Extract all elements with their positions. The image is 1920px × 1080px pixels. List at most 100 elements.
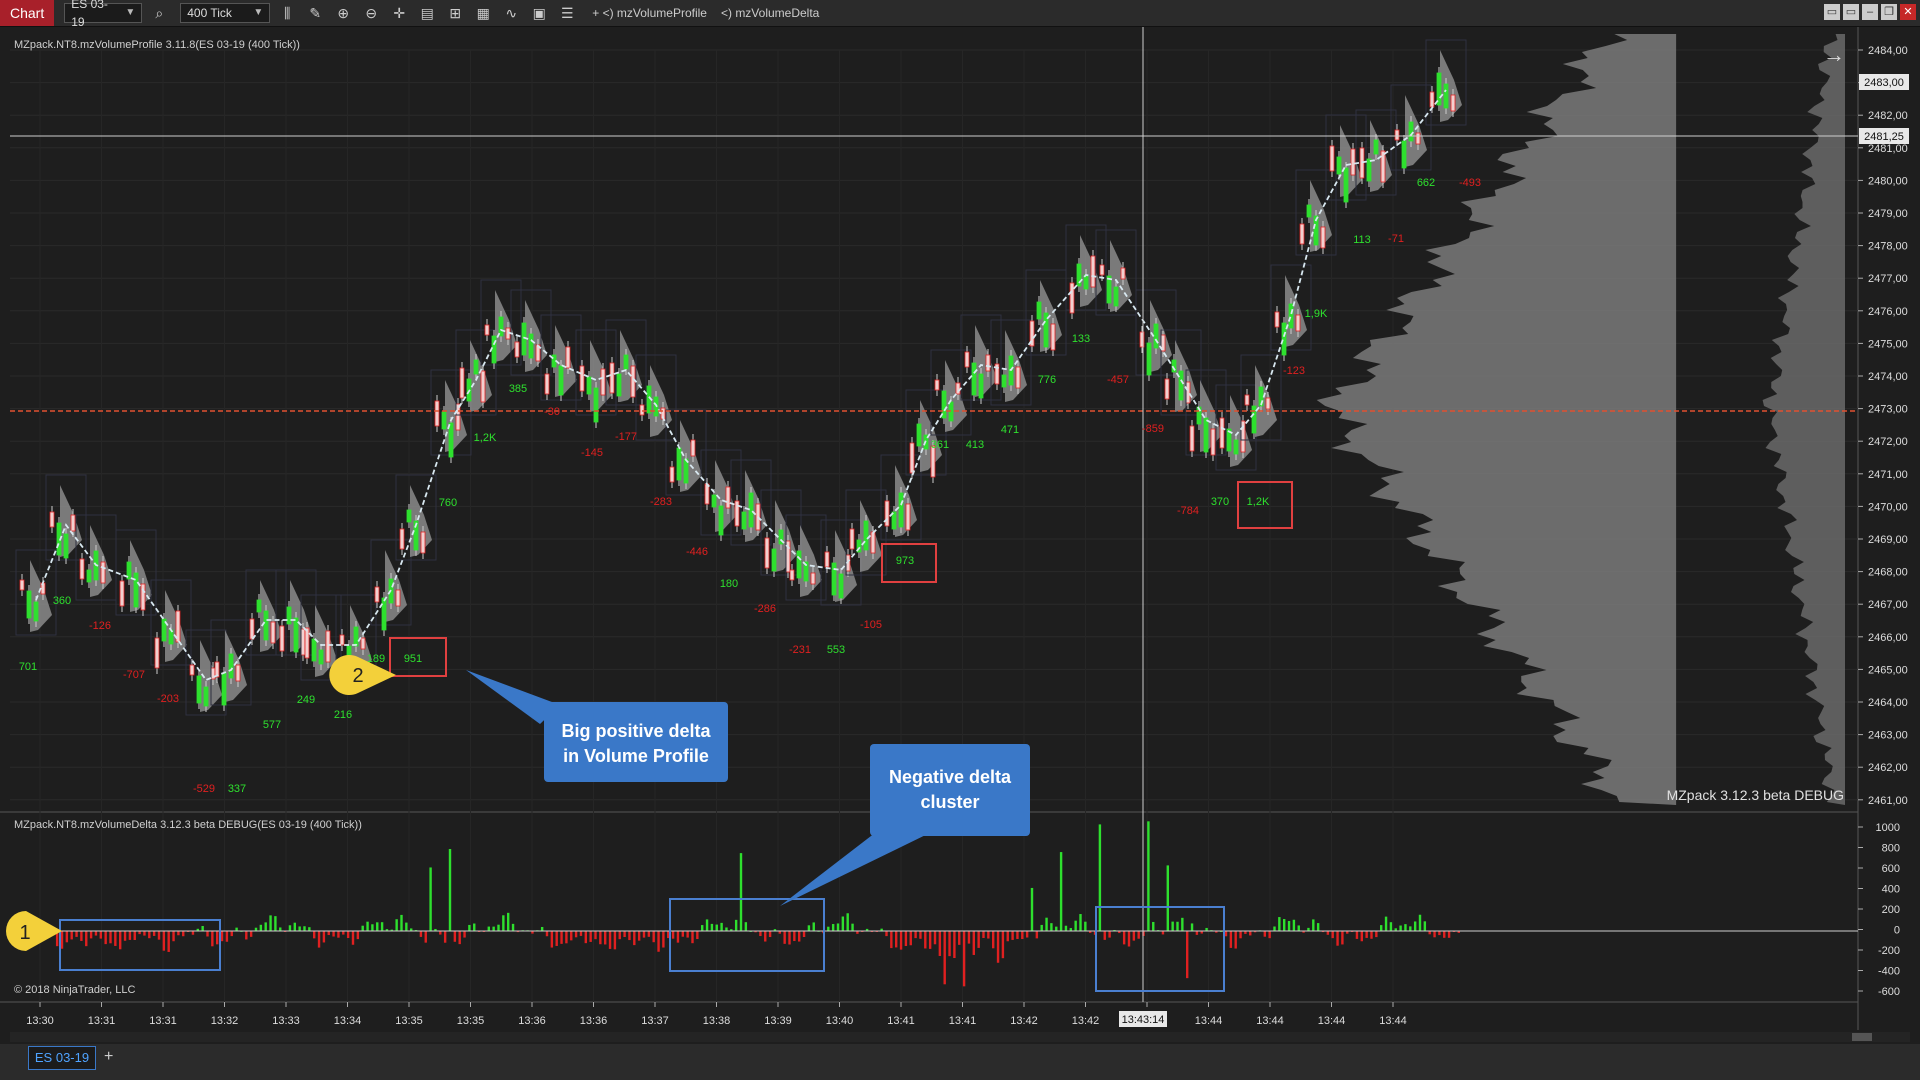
indicators-icon[interactable]: ▦ — [472, 3, 494, 23]
bar-body — [1106, 275, 1112, 304]
arrow-right-icon[interactable]: → — [1823, 42, 1845, 67]
close-icon[interactable]: ✕ — [1900, 4, 1916, 20]
delta-bar — [225, 931, 229, 942]
delta-bar — [366, 921, 369, 931]
delta-bar — [1287, 920, 1291, 931]
delta-bar — [288, 925, 292, 931]
list-icon[interactable]: ☰ — [556, 3, 578, 23]
delta-bar — [560, 931, 563, 944]
delta-tick-label: 400 — [1882, 884, 1900, 896]
delta-bar — [497, 924, 500, 931]
delta-bar — [1278, 917, 1281, 931]
tile-icon[interactable]: ▭ — [1843, 4, 1859, 20]
bar-body — [849, 528, 855, 550]
delta-bar — [962, 931, 966, 987]
delta-bar — [802, 931, 806, 938]
delta-bar — [996, 931, 1000, 963]
delta-bar — [1433, 931, 1436, 938]
delta-tick-label: -400 — [1878, 966, 1900, 978]
delta-bar — [657, 931, 660, 952]
delta-bar — [1389, 922, 1393, 931]
delta-bar — [909, 931, 912, 946]
bar-body — [1380, 150, 1386, 183]
chart-toolbar: Chart ES 03-19 ▼ ⌕ 400 Tick ▼ ⫼ ✎ ⊕ ⊖ ✛ ▤ … — [0, 0, 1920, 29]
tab-es-03-19[interactable]: ES 03-19 — [28, 1046, 96, 1070]
zoom-out-icon[interactable]: ⊖ — [360, 3, 382, 23]
bar-body — [360, 637, 366, 650]
tile-icon[interactable]: ▭ — [1824, 4, 1840, 20]
bar-body — [154, 637, 160, 669]
price-tick-label: 2479,00 — [1868, 208, 1908, 220]
time-tick-label: 13:36 — [518, 1015, 546, 1027]
chart-tab[interactable]: Chart — [0, 0, 55, 26]
bar-delta-label: 973 — [896, 555, 914, 567]
delta-bar — [938, 931, 942, 956]
delta-bar — [1147, 821, 1150, 931]
delta-bar — [972, 931, 975, 955]
delta-tick-label: 800 — [1882, 843, 1900, 855]
scrollbar-thumb[interactable] — [1852, 1033, 1872, 1041]
add-tab-button[interactable]: + — [104, 1046, 113, 1068]
draw-icon[interactable]: ✎ — [304, 3, 326, 23]
delta-bar — [400, 914, 403, 931]
data-box-icon[interactable]: ▤ — [416, 3, 438, 23]
delta-bar — [1030, 887, 1034, 931]
bar-body — [1069, 282, 1075, 314]
delta-bar — [1079, 914, 1082, 931]
chart-canvas[interactable]: MZpack.NT8.mzVolumeProfile 3.11.8(ES 03-… — [0, 27, 1920, 1044]
delta-bar — [123, 931, 127, 941]
delta-bar — [584, 931, 587, 944]
time-tick-label: 13:44 — [1256, 1015, 1284, 1027]
properties-icon[interactable]: ▣ — [528, 3, 550, 23]
bar-delta-label: -707 — [123, 669, 145, 681]
delta-bar — [1229, 931, 1233, 948]
delta-bar — [671, 931, 675, 939]
delta-bar — [429, 867, 432, 931]
indicator-label-profile[interactable]: + <) mzVolumeProfile — [592, 6, 707, 20]
indicator-label-delta[interactable]: <) mzVolumeDelta — [721, 6, 819, 20]
bar-body — [955, 382, 961, 395]
delta-bar — [1025, 931, 1029, 938]
delta-bar — [1249, 931, 1252, 936]
price-tick-label: 2467,00 — [1868, 599, 1908, 611]
delta-bar — [1336, 931, 1339, 946]
crosshair-icon[interactable]: ✛ — [388, 3, 410, 23]
bar-body — [870, 531, 876, 554]
horizontal-scrollbar[interactable] — [10, 1032, 1910, 1042]
templates-icon[interactable]: ⊞ — [444, 3, 466, 23]
search-icon[interactable]: ⌕ — [148, 3, 170, 23]
delta-bar — [1137, 931, 1140, 939]
instrument-selector[interactable]: ES 03-19 ▼ — [64, 0, 143, 29]
bar-body — [725, 486, 731, 509]
bar-delta-label: -177 — [615, 431, 637, 443]
bar-delta-label: -71 — [1388, 233, 1404, 245]
bar-body — [19, 579, 25, 591]
maximize-icon[interactable]: ❐ — [1881, 4, 1897, 20]
bar-body — [1015, 366, 1021, 389]
delta-bar — [613, 931, 617, 950]
delta-bar — [1423, 921, 1427, 931]
bar-body — [1299, 223, 1305, 245]
delta-bar — [1234, 931, 1237, 949]
chevron-down-icon: ▼ — [253, 7, 264, 18]
bar-body — [690, 439, 696, 457]
bar-body — [1336, 156, 1342, 175]
bar-delta-label: -493 — [1459, 177, 1481, 189]
bar-body — [593, 387, 599, 423]
delta-bar — [371, 924, 374, 931]
delta-bar — [380, 922, 384, 931]
strategies-icon[interactable]: ∿ — [500, 3, 522, 23]
interval-selector[interactable]: 400 Tick ▼ — [180, 3, 271, 23]
bar-body — [1320, 226, 1326, 249]
indicator-name: mzVolumeProfile — [616, 6, 707, 20]
delta-bar — [211, 931, 214, 947]
bar-style-icon[interactable]: ⫼ — [276, 3, 298, 23]
delta-bar — [468, 924, 471, 931]
delta-bar — [628, 931, 631, 941]
minimize-icon[interactable]: – — [1862, 4, 1878, 20]
bar-body — [1203, 417, 1209, 453]
delta-bar — [579, 931, 583, 936]
delta-bar — [710, 923, 714, 931]
bar-body — [831, 562, 837, 596]
zoom-in-icon[interactable]: ⊕ — [332, 3, 354, 23]
